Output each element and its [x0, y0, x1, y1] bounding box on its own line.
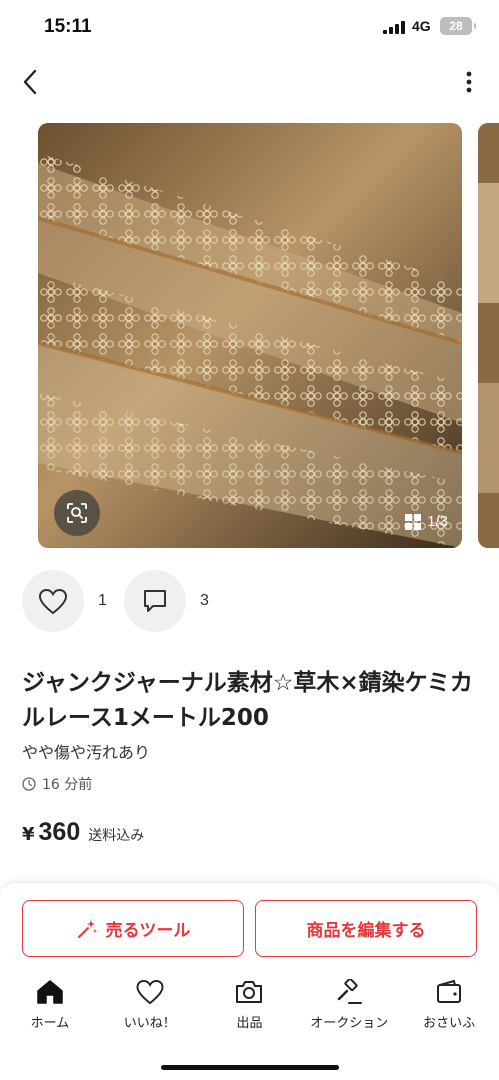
bottom-panel: 売るツール 商品を編集する ホーム いいね！ 出品 オークション おさいふ [0, 883, 499, 1080]
image-search-button[interactable] [54, 490, 100, 536]
tab-wallet-label: おさいふ [423, 1016, 476, 1031]
edit-item-button[interactable]: 商品を編集する [255, 900, 477, 957]
home-icon [37, 980, 63, 1004]
top-nav [0, 62, 499, 102]
tab-home-label: ホーム [30, 1016, 70, 1031]
posted-time: 16 分前 [22, 774, 92, 794]
tab-sell-label: 出品 [236, 1016, 263, 1031]
heart-icon [136, 979, 164, 1005]
tab-auction-label: オークション [310, 1016, 389, 1031]
status-bar: 15:11 4G 28 [0, 0, 499, 52]
comment-button[interactable] [124, 570, 186, 632]
price-value: 360 [38, 818, 81, 846]
comment-count: 3 [200, 592, 209, 609]
product-photo[interactable]: 1/3 [38, 123, 462, 548]
sparkle-icon [77, 919, 97, 938]
gavel-icon [338, 979, 363, 1004]
photo-counter-text: 1/3 [427, 513, 448, 530]
status-time: 15:11 [44, 16, 92, 37]
lace-photo-image [38, 123, 462, 548]
photo-gallery[interactable]: 1/3 [0, 123, 499, 548]
price-row: ¥ 360 送料込み [22, 818, 144, 847]
back-button[interactable] [14, 66, 46, 98]
comment-icon [144, 590, 166, 612]
signal-icon [383, 21, 405, 34]
home-indicator [161, 1065, 339, 1070]
like-button[interactable] [22, 570, 84, 632]
more-vertical-icon [466, 71, 472, 93]
posted-time-text: 16 分前 [42, 777, 93, 793]
camera-icon [236, 981, 263, 1003]
tab-wallet[interactable]: おさいふ [399, 978, 499, 1038]
currency-symbol: ¥ [22, 824, 35, 845]
more-options-button[interactable] [459, 66, 479, 98]
tab-home[interactable]: ホーム [0, 978, 100, 1038]
sell-tool-button[interactable]: 売るツール [22, 900, 244, 957]
scan-search-icon [67, 503, 87, 523]
engagement-row: 1 3 [22, 570, 222, 632]
edit-item-label: 商品を編集する [306, 921, 426, 941]
shipping-label: 送料込み [88, 828, 145, 844]
next-photo-preview[interactable] [478, 123, 499, 548]
grid-icon [405, 513, 422, 530]
chevron-left-icon [23, 69, 37, 95]
photo-counter: 1/3 [405, 513, 448, 530]
product-condition: やや傷や汚れあり [22, 743, 151, 762]
bottom-tab-bar: ホーム いいね！ 出品 オークション おさいふ [0, 978, 499, 1038]
like-count: 1 [98, 592, 107, 609]
product-title: ジャンクジャーナル素材☆草木×錆染ケミカルレース1メートル200 [22, 670, 473, 731]
heart-icon [38, 588, 68, 614]
tab-auction[interactable]: オークション [299, 978, 399, 1038]
wallet-icon [437, 980, 462, 1003]
tab-likes[interactable]: いいね！ [100, 978, 200, 1038]
next-photo-image [478, 123, 499, 548]
battery-icon: 28 [440, 17, 476, 35]
network-label: 4G [412, 18, 431, 34]
tab-likes-label: いいね！ [123, 1016, 176, 1031]
clock-icon [22, 777, 36, 791]
sell-tool-label: 売るツール [105, 921, 191, 941]
tab-sell[interactable]: 出品 [200, 978, 300, 1038]
